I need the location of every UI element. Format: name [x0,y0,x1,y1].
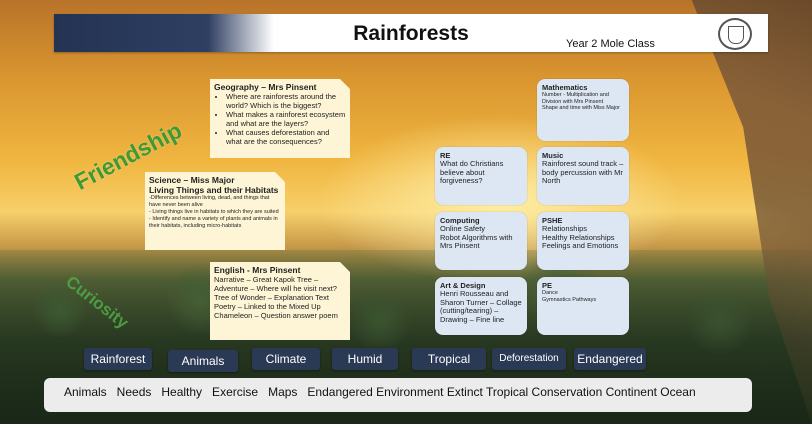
science-line: - Living things live in habitats to whic… [149,209,279,215]
page-title: Rainforests [353,22,469,45]
computing-line: Robot Algorithms with Mrs Pinsent [440,232,513,250]
geography-note: Geography – Mrs Pinsent Where are rainfo… [210,79,350,158]
art-design-box: Art & Design Henri Rousseau and Sharon T… [435,277,527,335]
pe-box: PE Dance Gymnastics Pathways [537,277,629,335]
geography-bullet: What causes deforestation and what are t… [226,128,346,146]
mathematics-box: Mathematics Number - Multiplication and … [537,79,629,141]
music-box: Music Rainforest sound track – body perc… [537,147,629,205]
science-note: Science – Miss Major Living Things and t… [145,172,285,250]
topic-chip-tropical: Tropical [412,348,486,370]
topic-chip-humid: Humid [332,348,398,370]
topic-chip-climate: Climate [252,348,320,370]
re-box: RE What do Christians believe about forg… [435,147,527,205]
mathematics-line: Number - Multiplication and Division wit… [542,92,609,105]
english-line: Poetry – Linked to the Mixed Up Chameleo… [214,302,338,320]
science-heading: Science – Miss Major [149,175,235,185]
mathematics-heading: Mathematics [542,83,588,92]
geography-heading: Geography – Mrs Pinsent [214,82,317,92]
topic-chip-endangered: Endangered [574,348,646,370]
art-design-line: Henri Rousseau and Sharon Turner – Colla… [440,289,522,324]
mathematics-line: Shape and time with Miss Major [542,105,620,111]
english-line: Tree of Wonder – Explanation Text [214,293,329,302]
title-banner: Rainforests Year 2 Mole Class [54,14,768,52]
vocabulary-bar: Animals Needs Healthy Exercise Maps Enda… [44,378,752,412]
pe-line: Gymnastics Pathways [542,296,597,303]
music-line: Rainforest sound track – body percussion… [542,159,624,185]
school-crest-icon [718,18,752,50]
geography-bullet: What makes a rainforest ecosystem and wh… [226,110,346,128]
computing-box: Computing Online Safety Robot Algorithms… [435,212,527,270]
science-line: -Differences between living, dead, and t… [149,195,270,208]
pshe-line: Feelings and Emotions [542,241,619,250]
english-note: English - Mrs Pinsent Narrative – Great … [210,262,350,340]
pe-heading: PE [542,281,553,290]
science-line: - Identify and name a variety of plants … [149,216,278,229]
pshe-box: PSHE Relationships Healthy Relationships… [537,212,629,270]
science-subheading: Living Things and their Habitats [149,185,279,195]
topic-chip-rainforest: Rainforest [84,348,152,370]
class-name: Year 2 Mole Class [566,38,655,50]
english-heading: English - Mrs Pinsent [214,265,301,275]
re-line: What do Christians believe about forgive… [440,159,504,185]
topic-chip-deforestation: Deforestation [492,348,566,370]
geography-bullet: Where are rainforests around the world? … [226,92,346,110]
topic-chip-animals: Animals [168,350,238,372]
english-line: Narrative – Great Kapok Tree – Adventure… [214,275,337,293]
